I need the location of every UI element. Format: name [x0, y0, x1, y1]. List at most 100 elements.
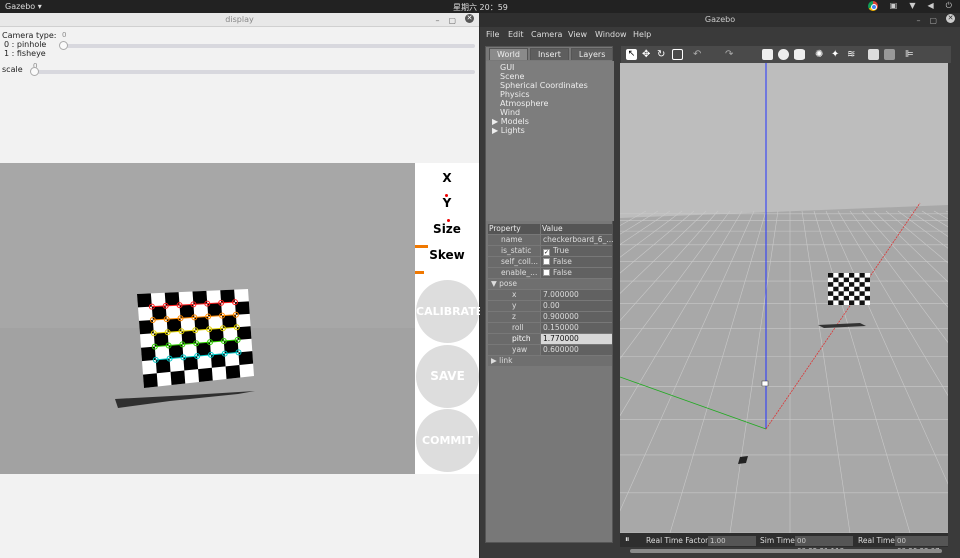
menu-edit[interactable]: Edit [508, 30, 524, 39]
paste-icon[interactable] [884, 49, 895, 60]
collapse-arrow-icon[interactable]: ▼ [491, 279, 499, 288]
is-static-checkbox[interactable]: ✓ [543, 249, 550, 256]
tab-insert[interactable]: Insert [529, 48, 569, 60]
rotate-mode-icon[interactable]: ↻ [657, 49, 668, 60]
option-fisheye: 1 : fisheye [4, 49, 46, 58]
close-icon[interactable]: ✕ [946, 14, 955, 23]
point-light-icon[interactable]: ✺ [815, 49, 826, 60]
menu-view[interactable]: View [568, 30, 587, 39]
tab-world[interactable]: World [489, 48, 528, 60]
expand-arrow-icon[interactable]: ▶ [491, 356, 499, 365]
undo-icon[interactable]: ↶ [693, 49, 704, 60]
size-indicator: Size [433, 222, 461, 236]
select-mode-icon[interactable]: ↖ [626, 49, 637, 60]
box-shape-icon[interactable] [762, 49, 773, 60]
panel-tabs: World Insert Layers [489, 48, 614, 60]
menu-file[interactable]: File [486, 30, 499, 39]
camera-type-knob[interactable] [59, 41, 68, 50]
pose-row-roll: roll 0.150000 [488, 323, 612, 333]
rtf-value: 1.00 [708, 536, 756, 546]
scale-slider[interactable] [33, 70, 475, 74]
enable-wind-checkbox[interactable] [543, 269, 550, 276]
pose-row-x: x 7.000000 [488, 290, 612, 300]
menu-bar: File Edit Camera View Window Help [480, 27, 960, 41]
tree-item-wind[interactable]: Wind [500, 108, 520, 117]
tree-item-lights[interactable]: ▶ Lights [492, 126, 525, 135]
board-shadow [115, 391, 255, 408]
translate-mode-icon[interactable]: ✥ [642, 49, 653, 60]
model-square [849, 273, 855, 278]
menu-window[interactable]: Window [595, 30, 627, 39]
align-icon[interactable]: ⊫ [905, 49, 916, 60]
tree-item-gui[interactable]: GUI [500, 63, 514, 72]
model-square [833, 277, 839, 283]
volume-icon[interactable]: ◀ [928, 1, 934, 11]
prop-section-link[interactable]: ▶ link [488, 356, 612, 366]
menu-help[interactable]: Help [633, 30, 651, 39]
camera-type-slider[interactable] [62, 44, 475, 48]
minimize-icon[interactable]: – [435, 14, 439, 28]
menu-camera[interactable]: Camera [531, 30, 562, 39]
wifi-icon[interactable]: ▼ [909, 1, 915, 11]
calibrate-button[interactable]: CALIBRATE [416, 280, 483, 343]
tree-item-models[interactable]: ▶ Models [492, 117, 529, 126]
cylinder-shape-icon[interactable] [794, 49, 805, 60]
expand-arrow-icon[interactable]: ▶ [492, 117, 501, 126]
app-menu[interactable]: Gazebo ▾ [5, 2, 42, 11]
scale-mode-icon[interactable] [672, 49, 683, 60]
gazebo-window: Gazebo – ▢ ✕ File Edit Camera View Windo… [480, 13, 960, 558]
redo-icon[interactable]: ↷ [725, 49, 736, 60]
camera-type-value: 0 [62, 31, 67, 39]
maximize-icon[interactable]: ▢ [448, 14, 456, 28]
checker-square [143, 373, 158, 388]
power-icon[interactable]: ⏻ [946, 1, 952, 11]
expand-arrow-icon[interactable]: ▶ [492, 126, 501, 135]
camera-type-label: Camera type: [2, 31, 57, 40]
pose-row-z: z 0.900000 [488, 312, 612, 322]
model-square [864, 295, 870, 301]
spot-light-icon[interactable]: ✦ [831, 49, 842, 60]
model-square [828, 300, 834, 305]
prop-section-pose[interactable]: ▼ pose [488, 279, 612, 289]
self-collide-checkbox[interactable] [543, 258, 550, 265]
checkerboard-model [828, 273, 870, 305]
real-time-label: Real Time: [858, 536, 898, 545]
copy-icon[interactable] [868, 49, 879, 60]
model-square [828, 273, 834, 278]
display-window: display – ▢ ✕ Camera type: 0 0 : pinhole… [0, 13, 483, 558]
pause-icon[interactable]: ⏸ [625, 535, 630, 545]
directional-light-icon[interactable]: ≋ [847, 49, 858, 60]
checker-square [170, 370, 186, 385]
clock[interactable]: 星期六 20：59 [453, 2, 508, 13]
save-button[interactable]: SAVE [416, 345, 479, 408]
minimize-icon[interactable]: – [916, 14, 920, 28]
model-square [849, 291, 855, 296]
commit-button[interactable]: COMMIT [416, 409, 479, 472]
chrome-icon[interactable] [867, 1, 878, 11]
camera-model [761, 380, 769, 387]
model-square [854, 295, 860, 301]
scale-knob[interactable] [30, 67, 39, 76]
model-square [828, 291, 834, 296]
display-titlebar[interactable]: display – ▢ ✕ [0, 13, 479, 27]
horizontal-scrollbar[interactable] [630, 549, 942, 553]
skew-indicator: Skew [429, 248, 465, 262]
model-square [843, 277, 849, 283]
prop-row-is-static: is_static ✓ True [488, 246, 612, 256]
model-square [854, 286, 860, 292]
tree-item-spherical[interactable]: Spherical Coordinates [500, 81, 588, 90]
3d-viewport[interactable] [620, 63, 948, 533]
tab-layers[interactable]: Layers [570, 48, 614, 60]
world-tree: GUI Scene Spherical Coordinates Physics … [486, 61, 614, 221]
tree-item-atmosphere[interactable]: Atmosphere [500, 99, 548, 108]
terminal-icon[interactable]: ▣ [890, 1, 898, 11]
model-square [859, 300, 865, 305]
close-icon[interactable]: ✕ [465, 14, 474, 23]
tree-item-scene[interactable]: Scene [500, 72, 524, 81]
model-square [838, 273, 844, 278]
gazebo-titlebar[interactable]: Gazebo – ▢ ✕ [480, 13, 960, 27]
tree-item-physics[interactable]: Physics [500, 90, 530, 99]
top-bar: Gazebo ▾ 星期六 20：59 ▣ ▼ ◀ ⏻ [0, 0, 960, 13]
maximize-icon[interactable]: ▢ [929, 14, 937, 28]
sphere-shape-icon[interactable] [778, 49, 789, 60]
